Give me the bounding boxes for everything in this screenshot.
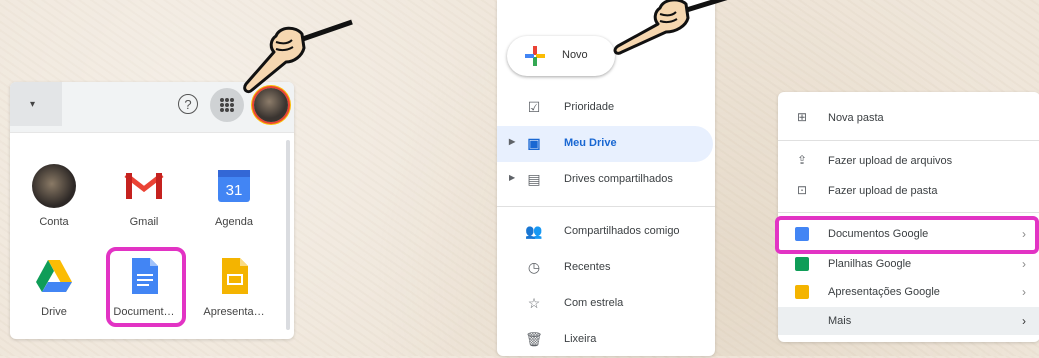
- drive-icon: [32, 254, 76, 298]
- app-label: Apresenta…: [203, 306, 265, 318]
- nav-item-my-drive[interactable]: ▶ ▣ Meu Drive: [497, 126, 713, 162]
- highlight-box: [106, 247, 186, 327]
- menu-item-more[interactable]: Mais ›: [778, 307, 1039, 335]
- pointing-hand-icon: [613, 0, 728, 55]
- nav-label: Prioridade: [564, 101, 615, 113]
- nav-item-starred[interactable]: ☆ Com estrela: [497, 286, 715, 322]
- help-button[interactable]: ?: [178, 94, 198, 114]
- chevron-right-icon: ›: [1022, 257, 1026, 271]
- menu-label: Apresentações Google: [828, 286, 940, 298]
- star-icon: ☆: [527, 295, 541, 311]
- app-drive[interactable]: Drive: [14, 254, 94, 318]
- plus-icon: [525, 46, 545, 66]
- shared-drives-icon: ▤: [527, 171, 541, 187]
- chevron-right-icon: ›: [1022, 314, 1026, 328]
- apps-launcher-panel: ▾ ? Conta Gmail 31 Agenda Drive Document…: [10, 82, 294, 339]
- chevron-down-icon: ▾: [30, 99, 36, 110]
- nav-label: Meu Drive: [564, 137, 617, 149]
- highlight-box: [775, 216, 1039, 254]
- menu-label: Nova pasta: [828, 112, 884, 124]
- clock-icon: ◷: [527, 259, 541, 275]
- pointing-hand-icon: [243, 19, 353, 94]
- nav-item-shared-drives[interactable]: ▶ ▤ Drives compartilhados: [497, 162, 715, 198]
- app-gmail[interactable]: Gmail: [104, 164, 184, 228]
- gmail-icon: [122, 164, 166, 208]
- new-button-label: Novo: [562, 49, 588, 61]
- app-label: Conta: [39, 216, 69, 228]
- slides-icon: [212, 254, 256, 298]
- menu-label: Mais: [828, 315, 852, 327]
- shared-with-me-icon: 👥: [525, 223, 543, 239]
- divider: [778, 212, 1039, 213]
- launcher-scrollbar[interactable]: [286, 140, 290, 330]
- slides-icon: [795, 285, 809, 299]
- app-slides[interactable]: Apresenta…: [194, 254, 274, 318]
- priority-icon: ☑: [527, 99, 541, 115]
- app-conta[interactable]: Conta: [14, 164, 94, 228]
- app-label: Agenda: [215, 216, 253, 228]
- account-dropdown[interactable]: ▾: [10, 82, 62, 126]
- my-drive-icon: ▣: [527, 135, 541, 151]
- menu-label: Fazer upload de arquivos: [828, 155, 953, 167]
- nav-item-recent[interactable]: ◷ Recentes: [497, 250, 715, 286]
- menu-item-new-folder[interactable]: ⊞ Nova pasta: [778, 104, 1039, 132]
- expand-arrow-icon[interactable]: ▶: [509, 137, 515, 146]
- nav-label: Drives compartilhados: [564, 173, 673, 185]
- nav-label: Compartilhados comigo: [564, 225, 680, 237]
- trash-icon: 🗑: [525, 331, 543, 347]
- nav-item-trash[interactable]: 🗑 Lixeira: [497, 322, 715, 358]
- expand-arrow-icon[interactable]: ▶: [509, 173, 515, 182]
- app-agenda[interactable]: 31 Agenda: [194, 164, 274, 228]
- new-button[interactable]: Novo: [507, 36, 615, 76]
- nav-label: Lixeira: [564, 333, 597, 345]
- nav-item-shared-with-me[interactable]: 👥 Compartilhados comigo: [497, 214, 715, 250]
- nav-label: Com estrela: [564, 297, 624, 309]
- chevron-right-icon: ›: [1022, 285, 1026, 299]
- menu-item-upload-folder[interactable]: ⊡ Fazer upload de pasta: [778, 177, 1039, 205]
- menu-item-google-slides[interactable]: Apresentações Google ›: [778, 278, 1039, 306]
- file-upload-icon: ⇪: [796, 153, 808, 167]
- nav-label: Recentes: [564, 261, 611, 273]
- menu-label: Fazer upload de pasta: [828, 185, 938, 197]
- calendar-number: 31: [226, 182, 243, 199]
- calendar-icon: 31: [212, 164, 256, 208]
- menu-item-upload-files[interactable]: ⇪ Fazer upload de arquivos: [778, 147, 1039, 175]
- sheets-icon: [795, 257, 809, 271]
- avatar-icon: [32, 164, 76, 208]
- menu-item-google-sheets[interactable]: Planilhas Google ›: [778, 250, 1039, 278]
- divider: [497, 206, 715, 207]
- folder-upload-icon: ⊡: [796, 183, 808, 197]
- divider: [778, 140, 1039, 141]
- new-folder-icon: ⊞: [796, 110, 808, 124]
- nav-item-priority[interactable]: ☑ Prioridade: [497, 90, 715, 126]
- app-label: Drive: [41, 306, 67, 318]
- menu-label: Planilhas Google: [828, 258, 912, 270]
- app-label: Gmail: [129, 216, 159, 228]
